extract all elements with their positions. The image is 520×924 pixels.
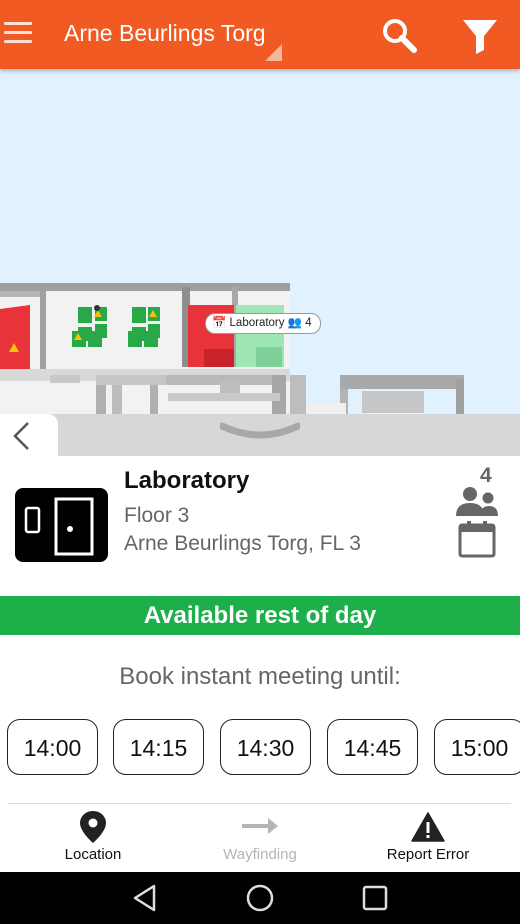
room-capacity: 4 (480, 464, 492, 487)
chevron-down-icon[interactable] (220, 420, 300, 444)
time-slot-button[interactable]: 14:15 (113, 719, 204, 775)
floor-plan-drawing (0, 283, 464, 414)
location-label: Location (64, 846, 122, 863)
hamburger-menu-icon[interactable] (4, 22, 32, 44)
arrow-right-icon (242, 818, 278, 834)
back-icon[interactable] (132, 884, 158, 912)
map-room-label[interactable]: 📅 Laboratory 👥 4 (205, 313, 321, 334)
map-room-label-text: Laboratory (229, 317, 285, 329)
location-pin-icon (80, 811, 106, 843)
building-title[interactable]: Arne Beurlings Torg (64, 20, 266, 47)
wayfinding-label: Wayfinding (223, 846, 297, 863)
back-button[interactable] (0, 414, 58, 456)
room-name: Laboratory (124, 467, 250, 494)
dropdown-indicator-icon[interactable] (265, 44, 282, 61)
availability-status: Available rest of day (0, 596, 520, 635)
time-slot-button[interactable]: 14:45 (327, 719, 418, 775)
search-icon[interactable] (380, 16, 420, 56)
map-room-capacity: 4 (305, 317, 312, 329)
filter-icon[interactable] (460, 16, 500, 56)
warning-icon (411, 812, 445, 842)
chevron-left-icon (13, 422, 29, 450)
recents-icon[interactable] (362, 885, 388, 911)
time-slot-button[interactable]: 15:00 (434, 719, 520, 775)
bottom-navigation: Location Wayfinding Report Error (8, 803, 511, 872)
wayfinding-button[interactable]: Wayfinding (213, 804, 307, 872)
home-icon[interactable] (245, 883, 275, 913)
people-icon (456, 487, 498, 516)
location-button[interactable]: Location (48, 804, 138, 872)
time-slot-button[interactable]: 14:30 (220, 719, 311, 775)
book-instant-label: Book instant meeting until: (119, 663, 401, 690)
time-slot-button[interactable]: 14:00 (7, 719, 98, 775)
calendar-icon[interactable] (458, 520, 496, 558)
calendar-small-icon: 📅 (212, 317, 227, 329)
room-floor: Floor 3 (124, 504, 190, 527)
people-small-icon: 👥 (287, 317, 303, 329)
report-error-label: Report Error (386, 846, 470, 863)
report-error-button[interactable]: Report Error (378, 804, 478, 872)
door-icon (15, 488, 108, 562)
floor-map[interactable]: 📅 Laboratory 👥 4 (0, 69, 520, 414)
app-bar: Arne Beurlings Torg (0, 0, 520, 69)
system-navigation-bar (0, 872, 520, 924)
room-address: Arne Beurlings Torg, FL 3 (124, 532, 361, 555)
